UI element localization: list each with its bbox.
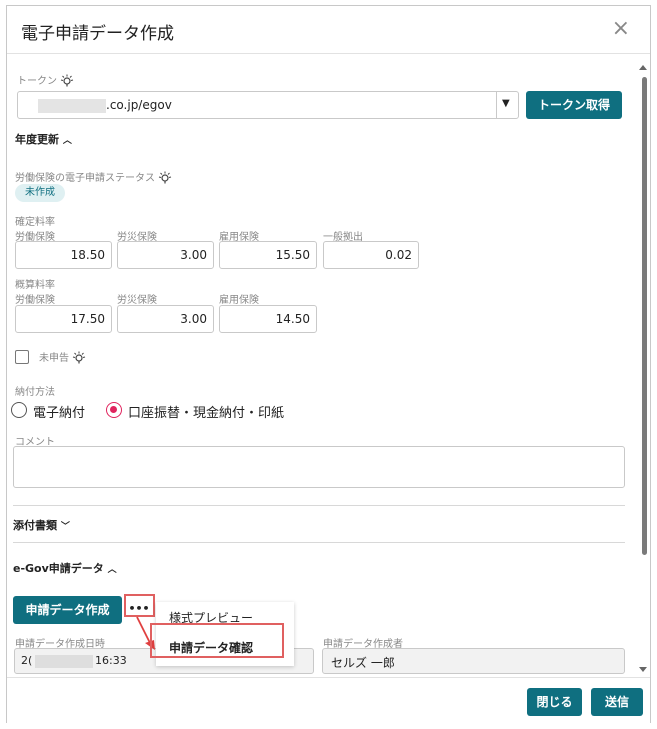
dialog: 電子申請データ作成 × トークン .co.jp/egov ▼ トークン取得 年度… xyxy=(6,5,651,723)
egov-toggle[interactable]: e-Gov申請データ ︿ xyxy=(13,560,117,576)
token-select[interactable]: .co.jp/egov ▼ xyxy=(17,91,519,119)
confirmed-employment-input[interactable]: 15.50 xyxy=(219,241,317,269)
estimated-labor-input[interactable]: 17.50 xyxy=(15,305,112,333)
estimated-label-labor: 労働保険 xyxy=(15,295,55,306)
created-at-prefix: 2( xyxy=(21,654,33,667)
attachments-heading: 添付書類 xyxy=(13,519,57,532)
lightbulb-icon[interactable] xyxy=(60,74,74,88)
lightbulb-icon[interactable] xyxy=(72,351,86,365)
confirmed-general-input[interactable]: 0.02 xyxy=(323,241,419,269)
radio-dot xyxy=(110,406,117,413)
radio-electronic[interactable] xyxy=(11,402,27,418)
comment-textarea[interactable] xyxy=(13,446,625,488)
radio-bank-transfer-label[interactable]: 口座振替・現金納付・印紙 xyxy=(128,402,284,421)
status-label-row: 労働保険の電子申請ステータス xyxy=(15,169,172,185)
not-declared-checkbox[interactable] xyxy=(15,350,29,364)
token-value: .co.jp/egov xyxy=(106,98,172,112)
not-declared-label: 未申告 xyxy=(39,353,69,364)
chevron-down-icon[interactable]: ▼ xyxy=(502,98,510,109)
token-label-row: トークン xyxy=(17,72,74,88)
attachments-toggle[interactable]: 添付書類 ﹀ xyxy=(13,517,70,533)
confirm-data-highlight xyxy=(150,623,284,658)
create-application-data-button[interactable]: 申請データ作成 xyxy=(13,596,122,624)
status-badge: 未作成 xyxy=(15,184,65,202)
scroll-up-icon[interactable] xyxy=(639,65,647,70)
send-button[interactable]: 送信 xyxy=(591,688,643,716)
dialog-body: トークン .co.jp/egov ▼ トークン取得 年度更新 ︿ 労働保険の電子… xyxy=(7,55,650,677)
dialog-title: 電子申請データ作成 xyxy=(21,24,174,44)
radio-bank-transfer[interactable] xyxy=(106,402,122,418)
creator-field: セルズ 一郎 xyxy=(322,648,625,674)
egov-heading: e-Gov申請データ xyxy=(13,562,104,575)
scrollbar[interactable] xyxy=(638,63,650,673)
estimated-accident-input[interactable]: 3.00 xyxy=(117,305,214,333)
not-declared-label-row: 未申告 xyxy=(39,349,86,365)
dialog-header: 電子申請データ作成 × xyxy=(7,6,650,54)
radio-electronic-label[interactable]: 電子納付 xyxy=(33,402,85,421)
more-button-highlight xyxy=(124,594,155,617)
created-at-suffix: 16:33 xyxy=(95,654,127,667)
estimated-label-employment: 雇用保険 xyxy=(219,295,259,306)
chevron-up-icon: ︿ xyxy=(62,136,72,146)
close-button[interactable]: 閉じる xyxy=(527,688,582,716)
redacted-block xyxy=(38,99,106,113)
creator-value: セルズ 一郎 xyxy=(331,656,395,670)
chevron-up-icon: ︿ xyxy=(107,565,117,575)
status-label: 労働保険の電子申請ステータス xyxy=(15,173,155,184)
token-label: トークン xyxy=(17,76,57,87)
redacted-block xyxy=(35,655,93,668)
confirmed-rate-title: 確定料率 xyxy=(15,217,55,228)
scroll-down-icon[interactable] xyxy=(639,667,647,672)
confirmed-labor-input[interactable]: 18.50 xyxy=(15,241,112,269)
annual-update-heading: 年度更新 xyxy=(15,133,59,146)
estimated-rate-title: 概算料率 xyxy=(15,280,55,291)
scrollbar-thumb[interactable] xyxy=(642,77,647,555)
dialog-footer: 閉じる 送信 xyxy=(7,677,650,723)
payment-label: 納付方法 xyxy=(15,387,55,398)
confirmed-accident-input[interactable]: 3.00 xyxy=(117,241,214,269)
close-icon[interactable]: × xyxy=(612,16,630,41)
estimated-employment-input[interactable]: 14.50 xyxy=(219,305,317,333)
annual-update-toggle[interactable]: 年度更新 ︿ xyxy=(15,131,72,147)
lightbulb-icon[interactable] xyxy=(158,171,172,185)
get-token-button[interactable]: トークン取得 xyxy=(526,91,622,119)
chevron-down-icon: ﹀ xyxy=(60,522,70,532)
estimated-label-accident: 労災保険 xyxy=(117,295,157,306)
